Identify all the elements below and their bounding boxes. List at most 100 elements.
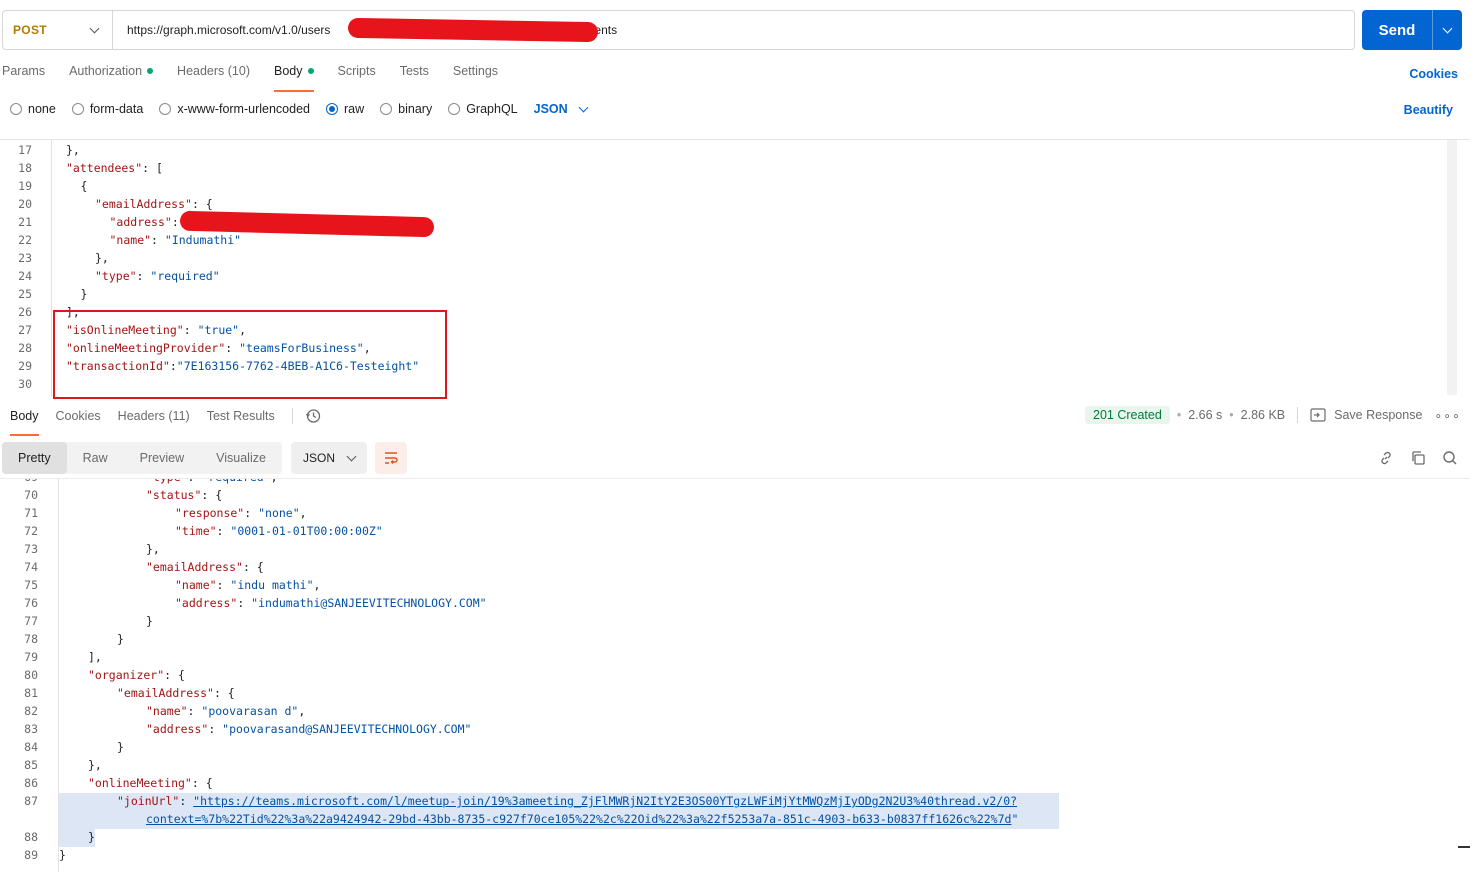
- copy-icon[interactable]: [1410, 450, 1426, 466]
- json-link[interactable]: "https://teams.microsoft.com/l/meetup-jo…: [193, 794, 1017, 808]
- json-key: "onlineMeeting": [88, 776, 192, 790]
- json-key: "type": [95, 269, 137, 283]
- search-icon[interactable]: [1442, 450, 1458, 466]
- status-badge[interactable]: 201 Created: [1085, 406, 1170, 424]
- json-punctuation: :: [151, 233, 165, 247]
- json-key: "address": [109, 215, 172, 229]
- response-size[interactable]: 2.86 KB: [1241, 408, 1285, 422]
- radio-icon[interactable]: [159, 103, 172, 115]
- line-number: 29: [18, 359, 32, 373]
- save-response-icon: [1310, 408, 1326, 422]
- response-tabs: Body Cookies Headers (11) Test Results: [10, 408, 321, 436]
- json-punctuation: }: [59, 848, 66, 862]
- code-line: "organizer": {: [88, 668, 185, 682]
- body-type-binary[interactable]: binary: [380, 102, 432, 116]
- body-type-GraphQL[interactable]: GraphQL: [448, 102, 518, 116]
- response-tab-cookies[interactable]: Cookies: [56, 409, 101, 436]
- body-type-raw[interactable]: raw: [326, 102, 364, 116]
- tab-params[interactable]: Params: [2, 64, 45, 92]
- method-select[interactable]: POST: [3, 11, 113, 49]
- json-punctuation: :: [244, 506, 259, 520]
- body-format-select[interactable]: JSON: [534, 102, 589, 116]
- more-options-icon[interactable]: ∘∘∘: [1434, 408, 1460, 423]
- json-string: "Indumathi": [164, 233, 242, 247]
- tab-tests[interactable]: Tests: [400, 64, 429, 92]
- response-tab-test[interactable]: Test Results: [207, 409, 275, 436]
- view-pretty[interactable]: Pretty: [2, 442, 67, 474]
- line-number: 21: [18, 215, 32, 229]
- response-tab-headers[interactable]: Headers (11): [118, 409, 190, 436]
- code-line: "name": "indu mathi",: [175, 578, 320, 592]
- radio-icon[interactable]: [380, 103, 393, 115]
- radio-icon[interactable]: [326, 103, 338, 115]
- view-preview[interactable]: Preview: [124, 442, 200, 474]
- code-line: "emailAddress": {: [95, 197, 213, 211]
- cookies-link[interactable]: Cookies: [1409, 67, 1458, 81]
- code-line: }: [117, 740, 124, 754]
- separator-dot: •: [1176, 408, 1182, 422]
- tab-label: Authorization: [69, 64, 143, 78]
- body-type-x-www-form-urlencoded[interactable]: x-www-form-urlencoded: [159, 102, 310, 116]
- link-icon[interactable]: [1378, 450, 1394, 466]
- radio-icon[interactable]: [71, 103, 84, 115]
- code-line: "address":: [110, 215, 179, 229]
- json-punctuation: },: [95, 251, 109, 265]
- send-options-button[interactable]: [1433, 23, 1462, 33]
- tab-authorization[interactable]: Authorization: [69, 64, 154, 92]
- json-string: "indumathi@SANJEEVITECHNOLOGY.COM": [251, 596, 487, 610]
- tab-scripts[interactable]: Scripts: [338, 64, 376, 92]
- line-number: 25: [18, 287, 32, 301]
- line-number: 73: [24, 542, 38, 556]
- line-number: 69: [6, 479, 38, 484]
- line-number: 24: [18, 269, 32, 283]
- beautify-button[interactable]: Beautify: [1404, 103, 1453, 117]
- body-type-form-data[interactable]: form-data: [71, 102, 143, 116]
- history-icon[interactable]: [305, 408, 321, 424]
- json-punctuation: }: [88, 830, 95, 844]
- line-number: 71: [24, 506, 38, 520]
- json-key: "name": [175, 578, 217, 592]
- line-number: 85: [24, 758, 38, 772]
- line-number: 19: [18, 179, 32, 193]
- tab-body[interactable]: Body: [274, 64, 314, 92]
- tab-settings[interactable]: Settings: [453, 64, 498, 92]
- view-raw[interactable]: Raw: [67, 442, 124, 474]
- separator-dot: •: [1229, 408, 1234, 422]
- send-label: Send: [1378, 21, 1416, 39]
- view-visualize[interactable]: Visualize: [200, 442, 282, 474]
- tab-label: Params: [2, 64, 46, 78]
- code-line: "emailAddress": {: [117, 686, 235, 700]
- code-line: "address": "indumathi@SANJEEVITECHNOLOGY…: [175, 596, 487, 610]
- line-number: 23: [18, 251, 32, 265]
- line-number: 18: [18, 161, 32, 175]
- line-number: 30: [18, 377, 32, 391]
- request-scrollbar[interactable]: [1447, 140, 1457, 395]
- json-key: "type": [146, 479, 188, 484]
- save-response-button[interactable]: Save Response: [1334, 408, 1422, 422]
- response-format-select[interactable]: JSON: [291, 442, 367, 474]
- body-type-selector: none form-data x-www-form-urlencoded raw bin…: [10, 102, 589, 116]
- response-tab-body[interactable]: Body: [10, 409, 39, 436]
- wrap-lines-button[interactable]: [375, 442, 407, 474]
- tab-headers[interactable]: Headers (10): [177, 64, 250, 92]
- radio-icon[interactable]: [448, 103, 461, 115]
- response-body-viewer[interactable]: 69"type": "required",70"status": {71"res…: [0, 478, 1470, 872]
- json-punctuation: : {: [213, 686, 235, 700]
- code-line: "name": "poovarasan d",: [146, 704, 305, 718]
- line-number: 22: [18, 233, 32, 247]
- json-punctuation: {: [80, 179, 88, 193]
- json-key: "emailAddress": [95, 197, 192, 211]
- json-punctuation: :: [216, 578, 231, 592]
- code-line: "type": "required",: [146, 479, 278, 484]
- radio-icon[interactable]: [10, 103, 22, 115]
- line-number: 77: [24, 614, 38, 628]
- json-punctuation: }: [117, 632, 124, 646]
- body-type-none[interactable]: none: [10, 102, 56, 116]
- method-label: POST: [13, 23, 47, 37]
- json-link[interactable]: context=%7b%22Tid%22%3a%22a9424942-29bd-…: [146, 812, 1011, 826]
- response-time[interactable]: 2.66 s: [1188, 408, 1222, 422]
- code-line: ],: [88, 650, 102, 664]
- send-button[interactable]: Send: [1362, 10, 1462, 50]
- line-number: 20: [18, 197, 32, 211]
- tab-label: Headers (10): [177, 64, 250, 78]
